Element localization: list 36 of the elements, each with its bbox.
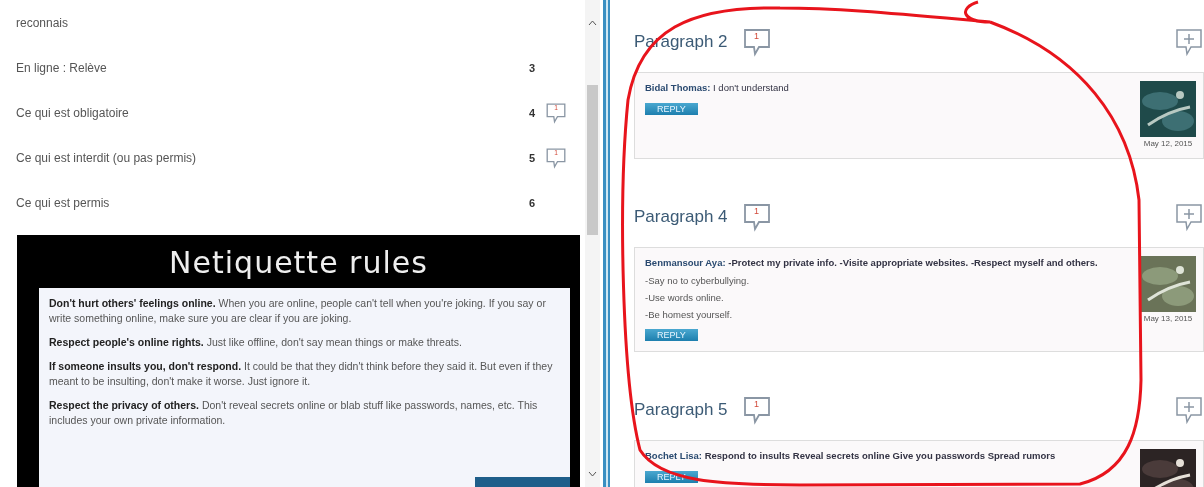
comment-text: Bochet Lisa: Respond to insults Reveal secrets online Give you passwords Spread rumors [645,449,1057,463]
chapter-link[interactable]: Ce qui est interdit (ou pas permis) [16,150,529,165]
comment-date: May 13, 2015 [1143,314,1193,323]
scroll-thumb[interactable] [587,85,598,235]
reply-button[interactable]: REPLY [645,329,698,341]
paragraph-title: Paragraph 5 [634,400,728,420]
chapter-link[interactable]: Ce qui est permis [16,195,529,210]
rule-text: If someone insults you, don't respond. It could be that they didn't think before they said it. But even if they meant to be insulting, don't make it worse. Just ignore it. [49,359,554,389]
comment-date: May 12, 2015 [1143,139,1193,148]
paragraph-title: Paragraph 4 [634,207,728,227]
add-comment-icon[interactable] [1174,202,1204,232]
chapter-number: 6 [529,196,537,209]
scroll-up-icon[interactable] [588,20,597,26]
chapter-link[interactable]: En ligne : Relève [16,60,529,75]
comment-count-icon[interactable]: 1 [741,27,772,57]
comment-count-icon[interactable]: 1 [741,202,772,232]
slide-title: Netiquette rules [169,244,428,282]
rule-text: Don't hurt others' feelings online. When you are online, people can't tell when you're joking. If you say or write something online, make sure you are clear if you are joking. [49,296,547,326]
comment-line: -Say no to cyberbullying. [645,274,751,287]
chapter-number: 3 [529,61,537,74]
chapter-link[interactable]: Ce qui est obligatoire [16,105,529,120]
add-comment-icon[interactable] [1174,395,1204,425]
chapter-link[interactable]: reconnais [16,15,545,30]
add-comment-icon[interactable] [1174,27,1204,57]
comment-line: -Use words online. [645,291,725,304]
rule-text: Respect the privacy of others. Don't reveal secrets online or blab stuff like passwords, names, etc. This includes your own private information. [49,398,539,428]
chapter-number: 4 [529,106,537,119]
comment-text: Benmansour Aya: -Protect my private info. -Visite appropriate websites. -Respect myself and others. [645,256,1099,270]
comment-line: -Be homest yourself. [645,308,734,321]
rule-text: Respect people's online rights. Just like offline, don't say mean things or make threats. [49,335,463,350]
scroll-down-icon[interactable] [588,471,597,477]
chapter-number: 5 [529,151,537,164]
reply-button[interactable]: REPLY [645,103,698,115]
comment-count-icon[interactable]: 1 [741,395,772,425]
scrollbar[interactable] [585,0,600,487]
comment-text: Bidal Thomas: I don't understand [645,81,790,95]
